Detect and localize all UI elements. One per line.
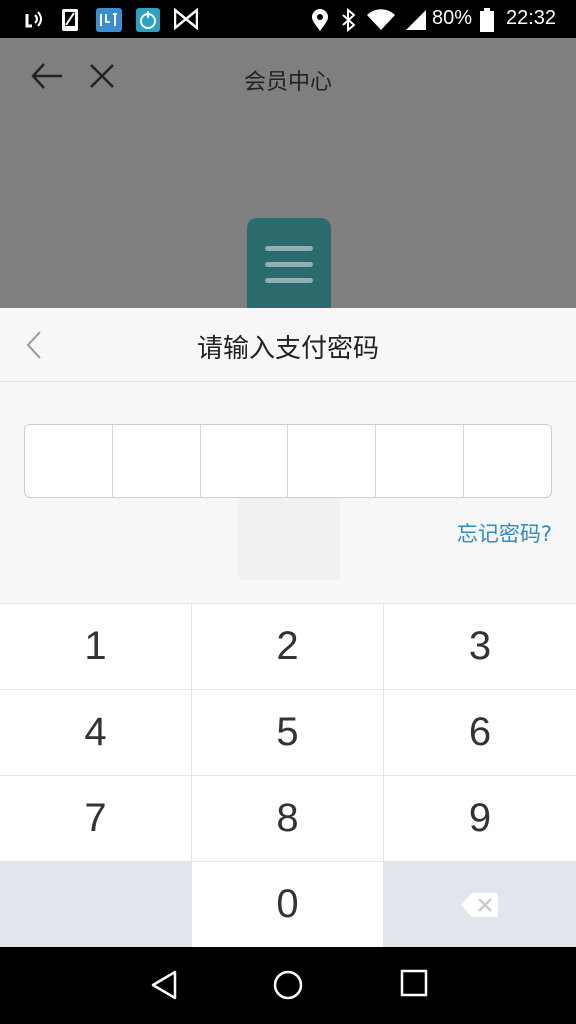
battery-icon bbox=[480, 8, 494, 32]
pin-cell bbox=[376, 425, 465, 497]
key-6[interactable]: 6 bbox=[384, 690, 576, 775]
system-navigation-bar bbox=[0, 947, 576, 1024]
key-2[interactable]: 2 bbox=[192, 604, 383, 689]
backspace-icon bbox=[461, 892, 498, 917]
pin-cell bbox=[25, 425, 113, 497]
timer-icon bbox=[136, 8, 160, 32]
pin-cell bbox=[464, 425, 551, 497]
key-7[interactable]: 7 bbox=[0, 776, 191, 861]
phone-icon bbox=[62, 9, 78, 31]
wifi-icon bbox=[367, 9, 395, 31]
key-blank bbox=[0, 862, 191, 947]
key-9[interactable]: 9 bbox=[384, 776, 576, 861]
background-page: 会员中心 bbox=[0, 38, 576, 310]
dialog-title: 请输入支付密码 bbox=[196, 334, 379, 364]
numeric-keypad: 1 2 3 4 5 6 7 8 9 0 bbox=[0, 603, 576, 947]
location-icon bbox=[312, 9, 328, 31]
app-icon bbox=[96, 8, 122, 32]
key-5[interactable]: 5 bbox=[192, 690, 383, 775]
forgot-password-link[interactable]: 忘记密码? bbox=[457, 518, 552, 548]
key-3[interactable]: 3 bbox=[384, 604, 576, 689]
clock: 22:32 bbox=[506, 7, 557, 29]
home-circle-icon[interactable] bbox=[272, 969, 304, 1001]
pin-cell bbox=[288, 425, 377, 497]
status-bar: 80% 22:32 bbox=[0, 0, 576, 38]
member-logo-icon bbox=[247, 218, 331, 310]
password-input[interactable] bbox=[24, 424, 552, 498]
key-8[interactable]: 8 bbox=[192, 776, 383, 861]
pin-cell bbox=[201, 425, 289, 497]
key-1[interactable]: 1 bbox=[0, 604, 191, 689]
bluetooth-icon bbox=[342, 8, 356, 32]
recents-square-icon[interactable] bbox=[400, 969, 428, 997]
pin-cell bbox=[113, 425, 201, 497]
dialog-header: 请输入支付密码 bbox=[0, 308, 576, 382]
key-4[interactable]: 4 bbox=[0, 690, 191, 775]
page-title: 会员中心 bbox=[243, 70, 332, 95]
key-0[interactable]: 0 bbox=[192, 862, 383, 947]
back-triangle-icon[interactable] bbox=[150, 969, 178, 1001]
battery-percent: 80% bbox=[432, 7, 473, 29]
delete-key[interactable] bbox=[384, 862, 576, 947]
nfc-icon bbox=[25, 11, 42, 28]
signal-icon bbox=[406, 10, 426, 30]
bowtie-icon bbox=[174, 8, 198, 30]
